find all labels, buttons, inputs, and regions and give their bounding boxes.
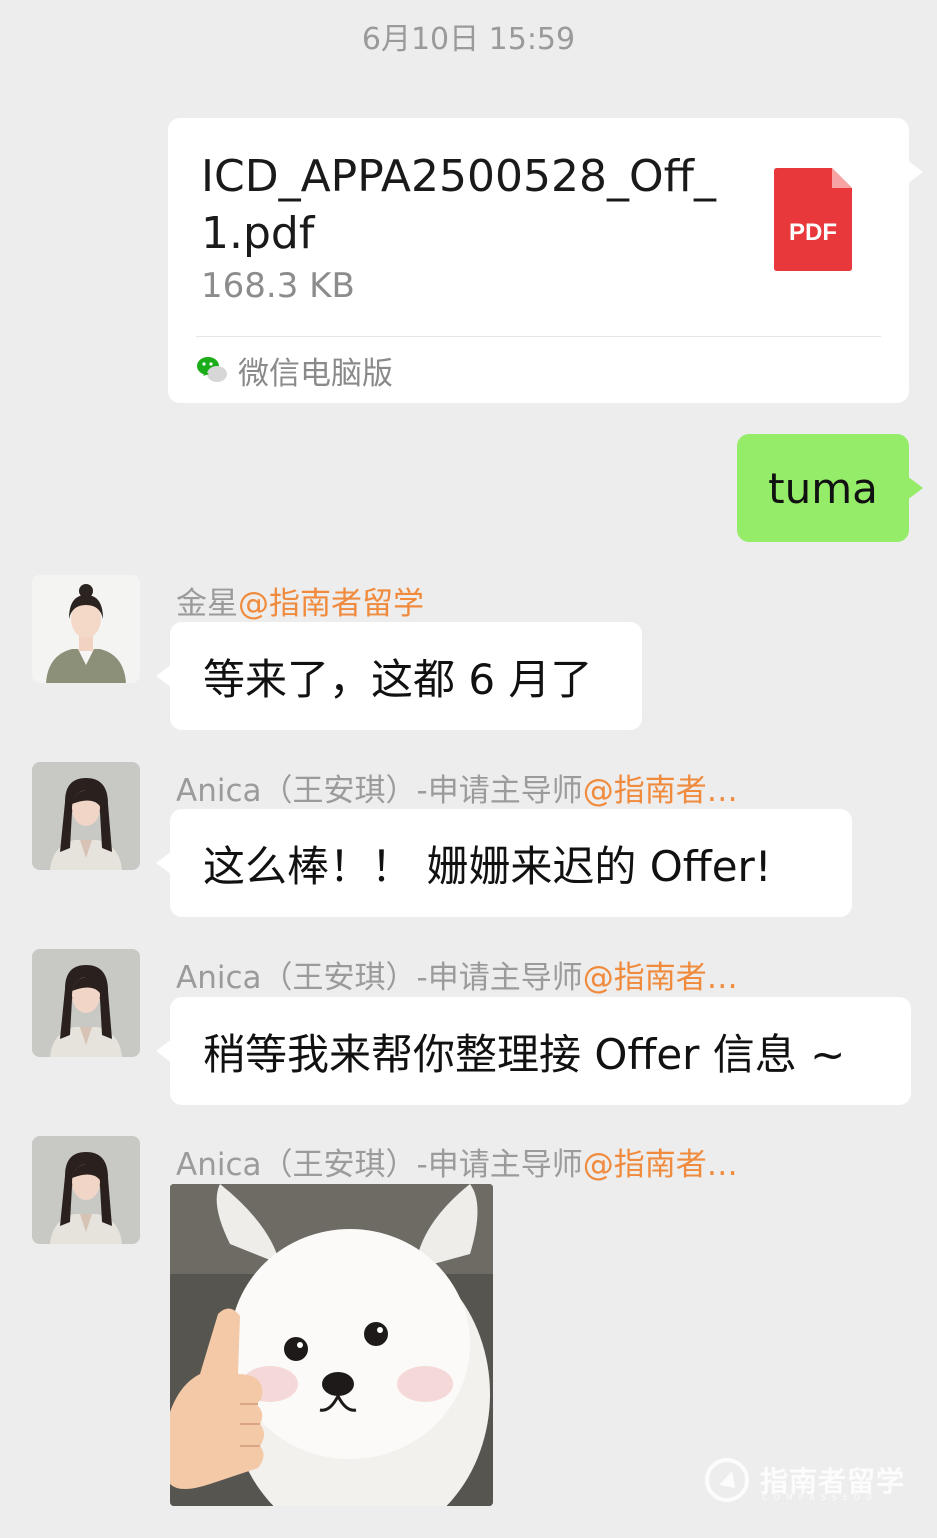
watermark: 指南者留学 COMPASSEDU [704, 1455, 905, 1505]
sender-name: Anica（王安琪）-申请主导师@指南者… [176, 1139, 738, 1184]
sender-tag: @指南者… [582, 773, 738, 809]
pdf-label: PDF [789, 219, 837, 246]
person-avatar-icon [32, 1136, 140, 1244]
avatar[interactable] [32, 1136, 140, 1244]
message-text: 稍等我来帮你整理接 Offer 信息 ~ [203, 1029, 846, 1079]
thumbs-up-dog-sticker[interactable] [170, 1184, 493, 1506]
chat-window: 6月10日 15:59 ICD_APPA2500528_Off_1.pdf 16… [0, 0, 937, 1538]
dog-sticker-icon [170, 1184, 493, 1506]
sender-name: Anica（王安琪）-申请主导师@指南者… [176, 765, 738, 810]
wechat-icon [197, 357, 227, 382]
sender-name: Anica（王安琪）-申请主导师@指南者… [176, 952, 738, 997]
sender-name-text: Anica（王安琪）-申请主导师 [176, 773, 583, 809]
file-name: ICD_APPA2500528_Off_1.pdf [201, 151, 716, 259]
sender-tag: @指南者… [582, 960, 738, 996]
avatar[interactable] [32, 949, 140, 1057]
sender-tag: @指南者留学 [238, 586, 424, 622]
my-message-text: tuma [768, 463, 878, 513]
sender-name-text: 金星 [176, 586, 238, 622]
avatar[interactable] [32, 762, 140, 870]
watermark-subtext: COMPASSEDU [762, 1493, 878, 1502]
message-text: 这么棒！！ 姗姗来迟的 Offer! [203, 841, 772, 891]
message-bubble[interactable]: 稍等我来帮你整理接 Offer 信息 ~ [156, 997, 911, 1105]
message-text: 等来了，这都 6 月了 [203, 654, 593, 704]
sender-name: 金星@指南者留学 [176, 578, 424, 623]
file-source-label: 微信电脑版 [238, 355, 393, 392]
sender-name-text: Anica（王安琪）-申请主导师 [176, 1147, 583, 1183]
message-bubble[interactable]: 这么棒！！ 姗姗来迟的 Offer! [156, 809, 852, 917]
file-size: 168.3 KB [201, 266, 355, 306]
compass-logo-icon [705, 1458, 749, 1502]
message-timestamp: 6月10日 15:59 [361, 22, 576, 57]
person-avatar-icon [32, 762, 140, 870]
my-message-bubble[interactable]: tuma [737, 434, 923, 542]
file-message-card[interactable]: ICD_APPA2500528_Off_1.pdf 168.3 KB PDF 微… [168, 118, 923, 403]
pdf-icon: PDF [774, 168, 852, 271]
avatar[interactable] [32, 575, 140, 683]
divider [196, 336, 881, 337]
message-bubble[interactable]: 等来了，这都 6 月了 [156, 622, 642, 730]
file-source: 微信电脑版 [196, 348, 393, 392]
person-avatar-icon [32, 949, 140, 1057]
sender-name-text: Anica（王安琪）-申请主导师 [176, 960, 583, 996]
person-avatar-icon [32, 575, 140, 683]
sender-tag: @指南者… [582, 1147, 738, 1183]
